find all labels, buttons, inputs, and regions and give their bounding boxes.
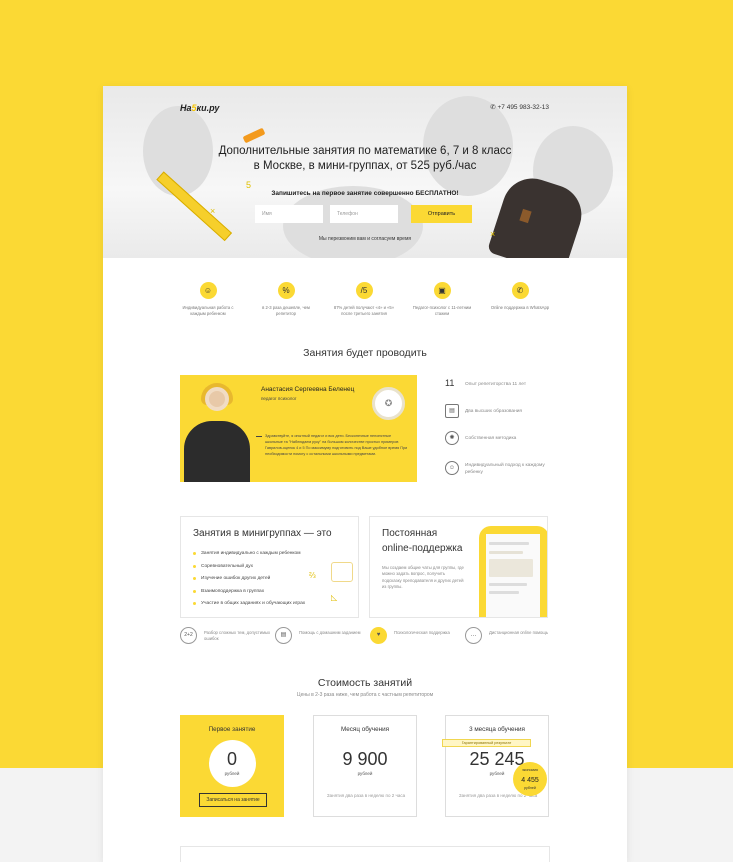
price-unit: рублей <box>224 771 240 776</box>
chat-image <box>489 559 533 577</box>
submit-button[interactable]: Отправить <box>411 205 472 223</box>
price-title: Месяц обучения <box>340 726 390 733</box>
teacher-quote: Здравствуйте, я опытный педагог и вся де… <box>265 434 408 456</box>
feature-item: /5 87% детей получают «4» и «5» после тр… <box>331 282 397 317</box>
teacher-photo-body <box>184 421 250 482</box>
minigroups-title: Занятия в минигруппах — это <box>193 528 332 539</box>
feature-text: Индивидуальная работа с каждым ребенком <box>182 305 234 316</box>
next-section-box <box>180 846 550 862</box>
teacher-card: Анастасия Сергеевна Беленец педагог псих… <box>180 375 417 482</box>
pricing-heading: Стоимость занятий <box>317 677 413 689</box>
online-support-card: Постоянная online-поддержка Мы создаем о… <box>369 516 548 618</box>
price-title: Первое занятие <box>208 726 256 733</box>
stat-text: Опыт репетиторства 11 лет <box>465 382 527 387</box>
teacher-photo <box>205 387 229 411</box>
documents-icon: ▤ <box>275 627 292 644</box>
chat-icon: … <box>465 627 482 644</box>
list-item: Занятия индивидуально с каждым ребенком <box>193 548 305 561</box>
quote-dash <box>256 436 262 437</box>
discount-unit: рублей <box>524 786 536 790</box>
teacher-name: Анастасия Сергеевна Беленец <box>261 386 355 393</box>
feature-item: ☺ Индивидуальная работа с каждым ребенко… <box>175 282 241 317</box>
stat-text: Индивидуальный подход к каждому ребенку <box>465 463 545 475</box>
phone-input[interactable]: Телефон <box>330 205 398 223</box>
cross-decoration: × <box>210 206 216 216</box>
price-value: 9 900 <box>342 749 388 769</box>
list-item: Изучение ошибок других детей <box>193 573 305 586</box>
chat-line <box>489 583 527 586</box>
hero-note: Мы перезвоним вам и согласуем время <box>318 236 412 242</box>
guarantee-ribbon: Гарантированный результат <box>442 739 531 747</box>
discount-badge: экономия 4 455 рублей <box>513 762 547 796</box>
discount-label: экономия <box>522 768 538 772</box>
hero-section: 5 × × На5ки.ру ✆ +7 495 983-32-13 Дополн… <box>103 86 627 258</box>
small-feature-text: Разбор сложных тем, допустимых ошибок <box>204 630 271 641</box>
minigroups-card: Занятия в минигруппах — это Занятия инди… <box>180 516 359 618</box>
chat-line <box>489 542 529 545</box>
teacher-heading: Занятия будет проводить <box>303 347 427 359</box>
feature-item: ▣ Педагог-психолог с 11-летним стажем <box>409 282 475 317</box>
header-phone[interactable]: ✆ +7 495 983-32-13 <box>490 103 549 111</box>
feature-text: Online поддержка в WhatsApp <box>490 305 550 310</box>
hero-title: Дополнительные занятия по математике 6, … <box>218 145 512 172</box>
math-doodle-icon: ⅔ <box>309 571 316 580</box>
feature-item: % в 2-3 раза дешевле, чем репетитор <box>253 282 319 317</box>
online-support-text: Мы создаем общие чаты для группы, где мо… <box>382 565 464 589</box>
name-input[interactable]: Имя <box>255 205 323 223</box>
price-unit: рублей <box>357 771 373 776</box>
list-item: Взаимоподдержка в группах <box>193 586 305 599</box>
price-title: 3 месяца обучения <box>469 726 525 733</box>
chat-line <box>489 551 523 554</box>
price-card-month: Месяц обучения 9 900 рублей Занятия два … <box>313 715 417 817</box>
two-plus-two-icon: 2+2 <box>180 627 197 644</box>
experience-number: 11 <box>445 378 455 388</box>
online-support-title: Постоянная online-поддержка <box>382 528 463 554</box>
list-item: Соревновательный дух <box>193 561 305 574</box>
minigroups-list: Занятия индивидуально с каждым ребенком … <box>193 548 305 611</box>
briefcase-icon: ▣ <box>433 282 451 299</box>
stat-text: Собственная методика <box>465 436 517 441</box>
brain-icon: ✺ <box>445 431 459 445</box>
discount-value: 4 455 <box>521 777 539 784</box>
smile-icon: ☺ <box>445 461 459 475</box>
grade-icon: /5 <box>355 282 373 299</box>
teacher-role: педагог психолог <box>261 396 297 401</box>
percent-icon: % <box>277 282 295 299</box>
site-logo[interactable]: На5ки.ру <box>180 103 219 113</box>
ruler-doodle-icon: ◺ <box>331 593 338 602</box>
price-value: 0 <box>226 749 237 769</box>
stat-text: Два высших образования <box>465 409 522 414</box>
feature-text: 87% детей получают «4» и «5» после треть… <box>333 305 395 316</box>
diploma-icon: ▤ <box>445 404 459 418</box>
price-note: Занятия два раза в неделю по 2 часа <box>326 793 406 798</box>
feature-item: ✆ Online поддержка в WhatsApp <box>487 282 553 311</box>
pencil-illustration <box>242 127 266 144</box>
university-seal-icon: ✪ <box>372 387 405 420</box>
smile-icon: ☺ <box>199 282 217 299</box>
heart-icon: ♥ <box>370 627 387 644</box>
whatsapp-icon: ✆ <box>511 282 529 299</box>
small-feature-text: Помощь с домашним заданием <box>299 630 361 635</box>
feature-text: Педагог-психолог с 11-летним стажем <box>412 305 472 316</box>
hero-subtitle: Запишитесь на первое занятие совершенно … <box>271 190 459 197</box>
chat-line <box>489 591 519 594</box>
cross-decoration: × <box>490 229 496 239</box>
feature-text: в 2-3 раза дешевле, чем репетитор <box>262 305 310 316</box>
pricing-subheading: Цены в 2-3 раза ниже, чем работа с частн… <box>296 692 434 698</box>
five-mark-decoration: 5 <box>246 180 252 190</box>
small-feature-text: Дистанционная online помощь <box>489 630 549 635</box>
blackboard-illustration <box>331 562 353 582</box>
small-feature-text: Психологическая поддержка <box>394 630 450 635</box>
landing-page: 5 × × На5ки.ру ✆ +7 495 983-32-13 Дополн… <box>103 86 627 862</box>
signup-button[interactable]: Записаться на занятие <box>199 793 267 807</box>
price-card-free: Первое занятие 0 рублей Записаться на за… <box>180 715 284 817</box>
list-item: Участие в общих заданиях и обучающих игр… <box>193 598 305 611</box>
